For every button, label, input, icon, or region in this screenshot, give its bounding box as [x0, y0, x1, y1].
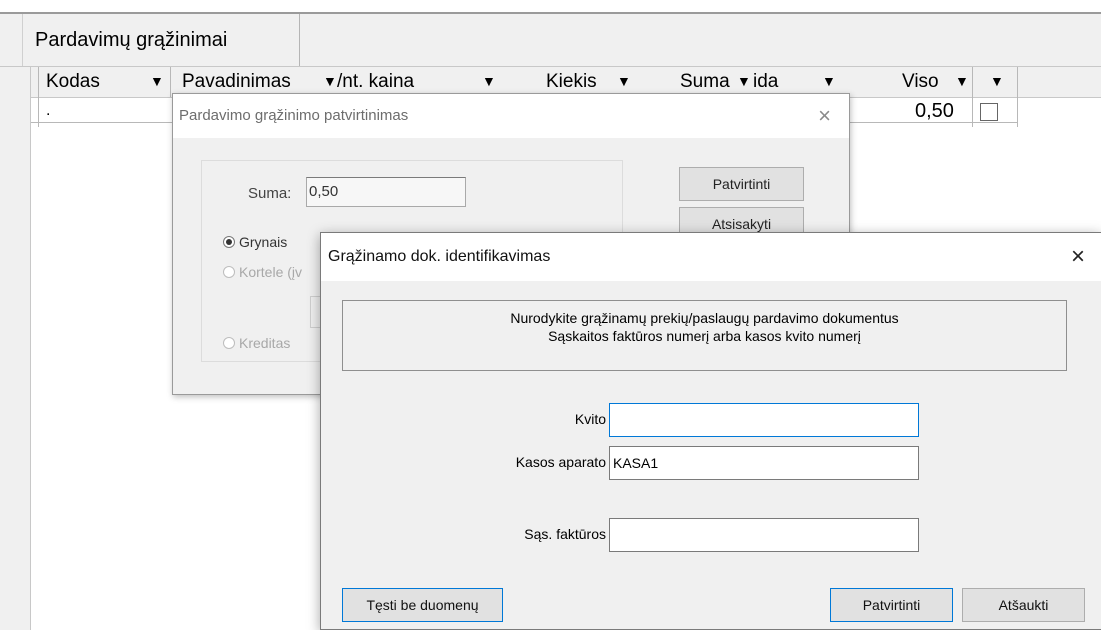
grid-line: [972, 67, 973, 127]
column-header-code[interactable]: Kodas: [46, 67, 100, 97]
register-label: Kasos aparato: [515, 454, 606, 470]
radio-unselected-icon: [223, 266, 235, 278]
close-icon[interactable]: ×: [818, 98, 831, 134]
cash-register-input[interactable]: [609, 446, 919, 480]
radio-cash[interactable]: Grynais: [223, 234, 287, 250]
invoice-label: Sąs. faktūros: [524, 526, 606, 542]
dialog-title: Pardavimo grąžinimo patvirtinimas: [173, 94, 849, 138]
confirm-return-button[interactable]: Patvirtinti: [679, 167, 804, 201]
continue-without-data-button[interactable]: Tęsti be duomenų: [342, 588, 503, 622]
close-icon[interactable]: ×: [1071, 239, 1085, 275]
invoice-number-input[interactable]: [609, 518, 919, 552]
grid-line: [170, 67, 171, 97]
radio-card[interactable]: Kortele (įv: [223, 264, 302, 280]
filter-arrow-code[interactable]: ▼: [150, 67, 164, 97]
dialog-title-text: Grąžinamo dok. identifikavimas: [328, 248, 551, 265]
sum-field: 0,50: [306, 177, 466, 207]
radio-credit-label: Kreditas: [239, 335, 291, 351]
sum-label: Suma:: [248, 185, 292, 202]
row-indicator-column: [0, 67, 31, 630]
receipt-number-input[interactable]: [609, 403, 919, 437]
row-total-cell[interactable]: 0,50: [915, 97, 954, 125]
confirm-button[interactable]: Patvirtinti: [830, 588, 953, 622]
return-document-identification-dialog: Grąžinamo dok. identifikavimas × Nurodyk…: [320, 232, 1101, 630]
row-select-checkbox[interactable]: [980, 103, 998, 121]
tab-sales-returns[interactable]: Pardavimų grąžinimai: [22, 14, 300, 66]
grid-line: [38, 67, 39, 127]
dialog-title-text: Pardavimo grąžinimo patvirtinimas: [179, 107, 409, 124]
radio-unselected-icon: [223, 337, 235, 349]
receipt-label: Kvito: [574, 411, 606, 427]
dialog-title: Grąžinamo dok. identifikavimas: [321, 233, 1101, 281]
instruction-box: Nurodykite grąžinamų prekių/paslaugų par…: [342, 300, 1067, 371]
filter-arrow-select[interactable]: ▼: [990, 67, 1004, 97]
filter-arrow-total[interactable]: ▼: [955, 67, 969, 97]
instruction-line-2: Sąskaitos faktūros numerį arba kasos kvi…: [548, 328, 861, 344]
instruction-line-1: Nurodykite grąžinamų prekių/paslaugų par…: [510, 310, 899, 326]
radio-credit[interactable]: Kreditas: [223, 335, 290, 351]
cancel-button[interactable]: Atšaukti: [962, 588, 1085, 622]
grid-line: [1017, 67, 1018, 127]
radio-selected-icon: [223, 236, 235, 248]
column-header-total[interactable]: Viso: [902, 67, 939, 97]
radio-card-label: Kortele (įv: [239, 264, 303, 280]
row-code-cell[interactable]: .: [46, 102, 50, 120]
radio-cash-label: Grynais: [239, 234, 288, 250]
